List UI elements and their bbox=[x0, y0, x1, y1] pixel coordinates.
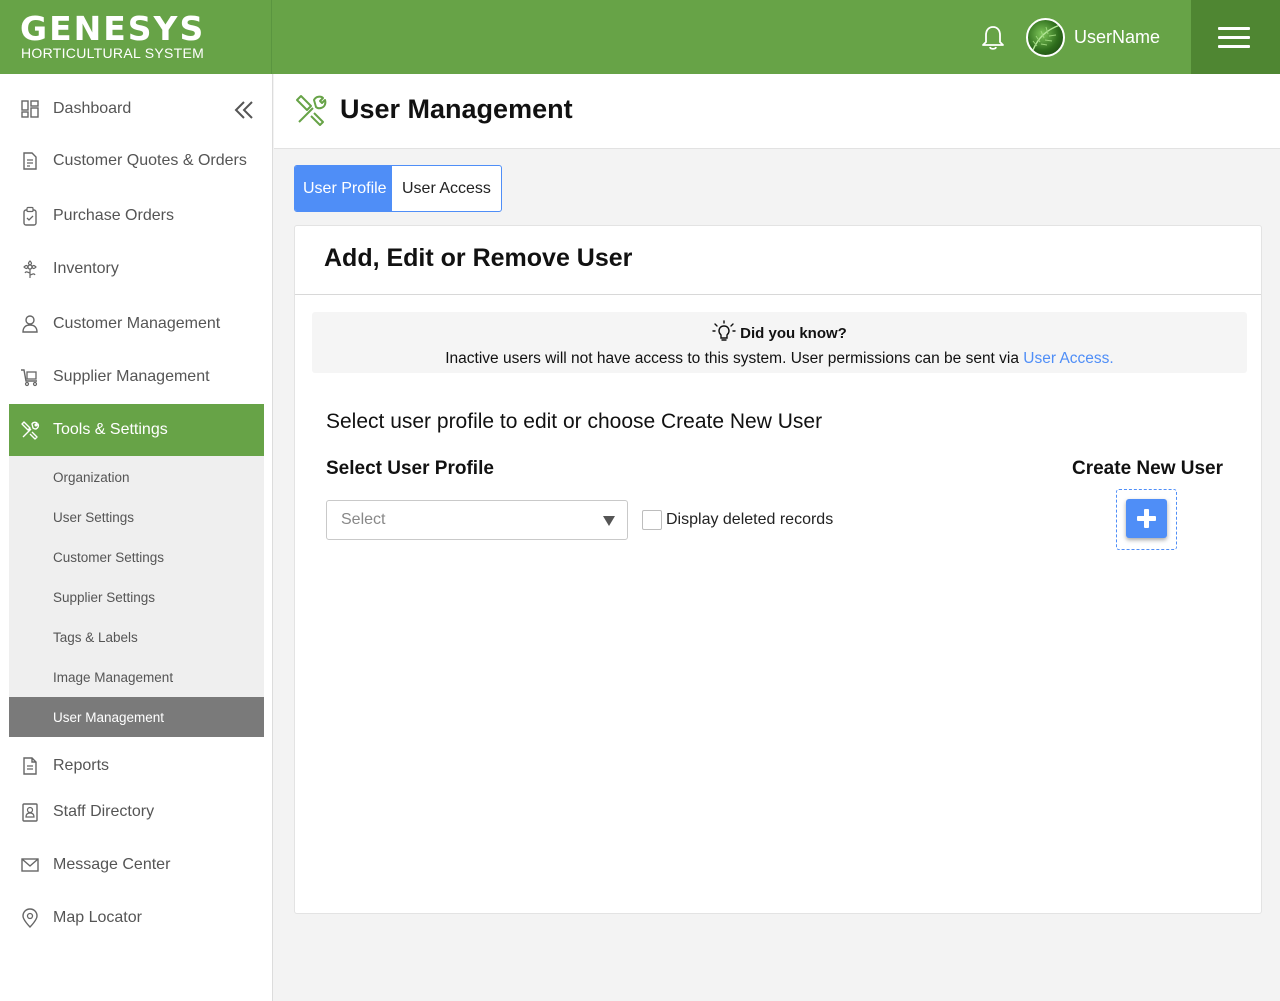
cart-icon bbox=[21, 369, 38, 387]
sidebar-subitem-user-settings[interactable]: User Settings bbox=[9, 497, 264, 537]
sidebar-item-tools-settings[interactable]: Tools & Settings bbox=[9, 404, 264, 456]
avatar-leaf-icon bbox=[1032, 24, 1061, 51]
tip-title: Did you know? bbox=[740, 325, 847, 342]
sidebar-item-label: Staff Directory bbox=[53, 803, 155, 820]
tab-bar: User Profile User Access bbox=[294, 165, 502, 212]
sidebar-subitem-organization[interactable]: Organization bbox=[9, 457, 264, 497]
user-access-link[interactable]: User Access. bbox=[1023, 350, 1113, 367]
sidebar-item-label: Message Center bbox=[53, 856, 171, 873]
sidebar-subitem-user-management[interactable]: User Management bbox=[9, 697, 264, 737]
chevron-down-icon bbox=[603, 516, 615, 526]
tip-body: Inactive users will not have access to t… bbox=[312, 350, 1247, 368]
sidebar-item-label: Supplier Management bbox=[53, 368, 210, 385]
user-profile-select[interactable]: Select bbox=[326, 500, 628, 540]
mail-icon bbox=[21, 858, 39, 872]
card-title: Add, Edit or Remove User bbox=[324, 244, 633, 272]
plant-icon bbox=[23, 260, 37, 278]
bell-icon[interactable] bbox=[980, 24, 1006, 52]
display-deleted-label[interactable]: Display deleted records bbox=[666, 511, 833, 529]
logo[interactable]: GENESYS HORTICULTURAL SYSTEM bbox=[0, 0, 272, 74]
user-card: Add, Edit or Remove User Did you know? I… bbox=[294, 225, 1262, 914]
sidebar-item-staff-directory[interactable]: Staff Directory bbox=[9, 787, 264, 837]
tip-box: Did you know? Inactive users will not ha… bbox=[312, 312, 1247, 373]
report-icon bbox=[23, 757, 37, 775]
sidebar-item-label: Customer Quotes & Orders bbox=[53, 152, 247, 169]
sidebar-item-label: Customer Management bbox=[53, 315, 221, 332]
tab-user-profile[interactable]: User Profile bbox=[295, 166, 392, 211]
sidebar-item-label: Reports bbox=[53, 757, 110, 774]
sidebar-item-label: Dashboard bbox=[53, 100, 132, 117]
sidebar-submenu: Organization User Settings Customer Sett… bbox=[9, 456, 264, 737]
sidebar-subitem-supplier-settings[interactable]: Supplier Settings bbox=[9, 577, 264, 617]
sidebar-item-label: Purchase Orders bbox=[53, 207, 174, 224]
hamburger-icon bbox=[1218, 27, 1250, 30]
tools-icon bbox=[296, 95, 327, 126]
tools-icon bbox=[21, 421, 40, 440]
lightbulb-icon bbox=[712, 320, 736, 341]
sidebar-item-customer-management[interactable]: Customer Management bbox=[9, 299, 264, 349]
sidebar-item-message-center[interactable]: Message Center bbox=[9, 840, 264, 890]
user-icon bbox=[22, 315, 38, 333]
select-value: Select bbox=[341, 511, 386, 528]
avatar[interactable] bbox=[1026, 18, 1065, 57]
clipboard-icon bbox=[23, 206, 37, 226]
tip-heading: Did you know? bbox=[312, 320, 1247, 344]
create-new-user-focus-ring bbox=[1116, 489, 1177, 550]
sidebar-subitem-image-management[interactable]: Image Management bbox=[9, 657, 264, 697]
sidebar-item-reports[interactable]: Reports bbox=[9, 741, 264, 791]
create-new-user-button[interactable] bbox=[1126, 499, 1167, 538]
sidebar-item-supplier-management[interactable]: Supplier Management bbox=[9, 352, 264, 402]
page-title: User Management bbox=[340, 94, 573, 124]
dashboard-icon bbox=[21, 100, 39, 118]
contact-icon bbox=[22, 803, 38, 822]
hamburger-line bbox=[1218, 36, 1250, 39]
top-bar: GENESYS HORTICULTURAL SYSTEM UserName bbox=[0, 0, 1280, 74]
sidebar-item-map-locator[interactable]: Map Locator bbox=[9, 893, 264, 943]
logo-subtitle: HORTICULTURAL SYSTEM bbox=[21, 45, 205, 61]
sidebar-item-dashboard[interactable]: Dashboard bbox=[9, 84, 264, 134]
hamburger-menu-button[interactable] bbox=[1191, 0, 1280, 74]
sidebar-subitem-tags-labels[interactable]: Tags & Labels bbox=[9, 617, 264, 657]
sidebar-item-inventory[interactable]: Inventory bbox=[9, 244, 264, 294]
document-icon bbox=[23, 152, 37, 170]
divider bbox=[295, 294, 1261, 295]
sidebar-subitem-customer-settings[interactable]: Customer Settings bbox=[9, 537, 264, 577]
sidebar-item-purchase-orders[interactable]: Purchase Orders bbox=[9, 191, 264, 241]
instruction-text: Select user profile to edit or choose Cr… bbox=[326, 410, 823, 433]
sidebar-item-customer-quotes-orders[interactable]: Customer Quotes & Orders bbox=[9, 136, 264, 186]
map-pin-icon bbox=[22, 908, 38, 928]
page-header: User Management bbox=[274, 74, 1280, 149]
sidebar: Dashboard Customer Quotes & Orders Purch… bbox=[0, 74, 273, 1001]
sidebar-item-label: Tools & Settings bbox=[53, 421, 168, 438]
select-user-profile-label: Select User Profile bbox=[326, 458, 494, 479]
logo-name: GENESYS bbox=[20, 9, 206, 48]
sidebar-item-label: Map Locator bbox=[53, 909, 142, 926]
tab-user-access[interactable]: User Access bbox=[392, 166, 501, 211]
username[interactable]: UserName bbox=[1074, 27, 1160, 48]
tip-text: Inactive users will not have access to t… bbox=[445, 350, 1024, 367]
sidebar-item-label: Inventory bbox=[53, 260, 119, 277]
display-deleted-checkbox[interactable] bbox=[642, 510, 662, 530]
create-new-user-label: Create New User bbox=[1072, 458, 1224, 479]
hamburger-line bbox=[1218, 45, 1250, 48]
